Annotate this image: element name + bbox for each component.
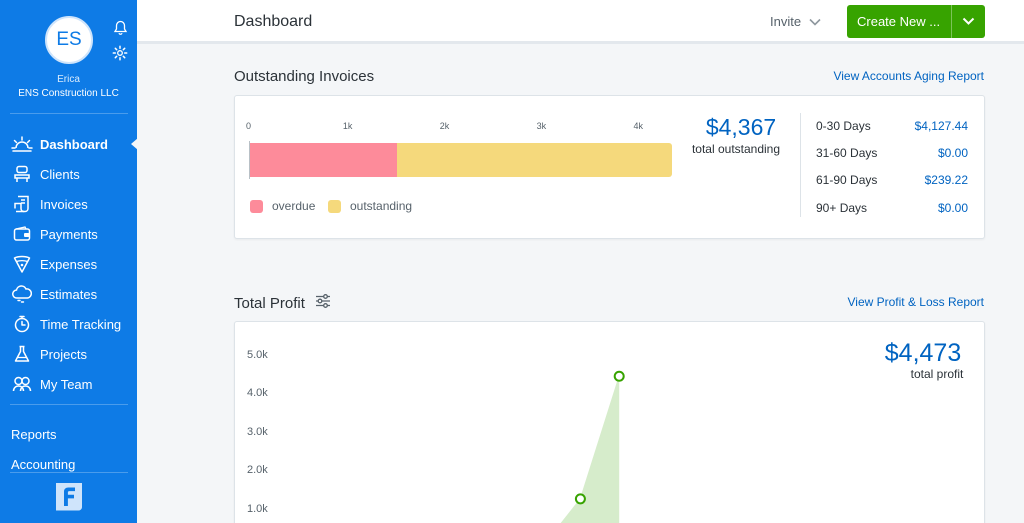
top-header: Dashboard Invite Create New ... bbox=[137, 0, 1024, 44]
axis-tick-label: 2k bbox=[439, 121, 450, 131]
axis-tick-label: 4k bbox=[633, 121, 643, 131]
flask-icon bbox=[11, 344, 33, 364]
section-title-text: Outstanding Invoices bbox=[234, 68, 375, 85]
sidebar-item-invoices[interactable]: Invoices bbox=[0, 191, 137, 217]
sidebar: ES Erica ENS Construction LLC Dashboard … bbox=[0, 0, 138, 523]
sidebar-item-estimates[interactable]: Estimates bbox=[0, 281, 137, 307]
aging-row[interactable]: 31-60 Days $0.00 bbox=[816, 146, 968, 160]
aging-report-link[interactable]: View Accounts Aging Report bbox=[833, 69, 984, 83]
sidebar-item-label: Projects bbox=[40, 346, 87, 362]
aging-row[interactable]: 90+ Days $0.00 bbox=[816, 201, 968, 215]
clients-icon bbox=[11, 164, 33, 184]
page-title: Dashboard bbox=[234, 13, 313, 30]
sidebar-item-label: My Team bbox=[40, 376, 93, 392]
aging-value: $0.00 bbox=[937, 146, 968, 160]
profit-data-point[interactable] bbox=[613, 370, 625, 382]
sidebar-item-my-team[interactable]: My Team bbox=[0, 371, 137, 397]
filter-sliders-icon[interactable] bbox=[315, 294, 331, 312]
stopwatch-icon bbox=[11, 314, 33, 334]
sidebar-item-label: Dashboard bbox=[40, 136, 108, 152]
axis-tick-label: 3k bbox=[536, 121, 547, 131]
invoices-icon bbox=[11, 194, 33, 214]
aging-row[interactable]: 0-30 Days $4,127.44 bbox=[816, 119, 968, 133]
sidebar-item-payments[interactable]: Payments bbox=[0, 221, 137, 247]
total-profit-amount: $4,473 bbox=[884, 339, 962, 367]
aging-row[interactable]: 61-90 Days $239.22 bbox=[816, 173, 968, 187]
sidebar-item-time-tracking[interactable]: Time Tracking bbox=[0, 311, 137, 337]
overdue-bar-segment[interactable] bbox=[249, 143, 397, 177]
legend-swatch-outstanding bbox=[328, 199, 341, 213]
sidebar-divider bbox=[10, 472, 128, 473]
legend-swatch-overdue bbox=[250, 199, 263, 213]
card-divider bbox=[800, 113, 801, 217]
user-name: Erica bbox=[57, 74, 80, 85]
sidebar-item-label: Estimates bbox=[40, 286, 98, 302]
active-indicator bbox=[131, 138, 138, 150]
aging-label: 61-90 Days bbox=[816, 173, 878, 187]
invite-button[interactable]: Invite bbox=[770, 14, 821, 29]
sidebar-item-label: Expenses bbox=[40, 256, 98, 272]
axis-tick-label: 1k bbox=[342, 121, 353, 131]
avatar-initials: ES bbox=[56, 29, 82, 50]
legend-outstanding: outstanding bbox=[328, 199, 412, 213]
chevron-down-icon bbox=[809, 14, 821, 29]
profit-data-point[interactable] bbox=[574, 493, 586, 505]
team-icon bbox=[11, 374, 33, 394]
sidebar-item-projects[interactable]: Projects bbox=[0, 341, 137, 367]
chevron-down-icon[interactable] bbox=[952, 17, 985, 26]
axis-tick-label: 0 bbox=[246, 121, 252, 131]
wallet-icon bbox=[11, 224, 33, 244]
aging-label: 90+ Days bbox=[816, 201, 868, 215]
expenses-icon bbox=[11, 254, 33, 274]
total-outstanding-label: total outstanding bbox=[691, 142, 781, 156]
aging-label: 0-30 Days bbox=[816, 119, 871, 133]
sidebar-item-label: Time Tracking bbox=[40, 316, 122, 332]
legend-label: overdue bbox=[272, 199, 316, 213]
profit-area bbox=[561, 376, 620, 523]
sidebar-item-label: Invoices bbox=[40, 196, 88, 212]
aging-value: $239.22 bbox=[924, 173, 968, 187]
bell-icon[interactable] bbox=[111, 19, 129, 37]
sidebar-item-reports[interactable]: Reports bbox=[11, 427, 57, 442]
section-title-text: Total Profit bbox=[234, 294, 305, 312]
dashboard-sun-icon bbox=[11, 134, 33, 154]
freshbooks-logo[interactable] bbox=[52, 480, 85, 513]
create-new-button[interactable]: Create New ... bbox=[847, 5, 985, 38]
sidebar-item-label: Clients bbox=[40, 166, 80, 182]
total-profit-title: Total Profit bbox=[234, 294, 331, 312]
aging-label: 31-60 Days bbox=[816, 146, 878, 160]
profit-loss-report-link[interactable]: View Profit & Loss Report bbox=[847, 295, 984, 309]
legend-label: outstanding bbox=[350, 199, 413, 213]
profit-line bbox=[560, 376, 620, 523]
sidebar-item-dashboard[interactable]: Dashboard bbox=[0, 131, 138, 157]
outstanding-invoices-title: Outstanding Invoices bbox=[234, 68, 374, 85]
sidebar-divider bbox=[10, 113, 128, 114]
outstanding-bar-segment[interactable] bbox=[397, 143, 672, 177]
aging-value: $0.00 bbox=[937, 201, 968, 215]
avatar[interactable]: ES bbox=[45, 16, 93, 64]
legend-overdue: overdue bbox=[250, 199, 315, 213]
total-profit-label: total profit bbox=[910, 367, 964, 381]
sidebar-divider bbox=[10, 404, 128, 405]
gear-icon[interactable] bbox=[111, 44, 129, 62]
total-outstanding-amount: $4,367 bbox=[705, 114, 777, 140]
estimates-cloud-icon bbox=[11, 284, 33, 304]
company-name: ENS Construction LLC bbox=[18, 88, 119, 99]
bar-baseline bbox=[249, 141, 250, 179]
sidebar-item-expenses[interactable]: Expenses bbox=[0, 251, 137, 277]
aging-value: $4,127.44 bbox=[914, 119, 968, 133]
create-new-label: Create New ... bbox=[857, 14, 941, 29]
invoice-bar[interactable] bbox=[249, 143, 672, 177]
invite-label: Invite bbox=[770, 14, 802, 29]
sidebar-item-label: Payments bbox=[40, 226, 98, 242]
sidebar-item-clients[interactable]: Clients bbox=[0, 161, 137, 187]
sidebar-item-accounting[interactable]: Accounting bbox=[11, 457, 75, 472]
